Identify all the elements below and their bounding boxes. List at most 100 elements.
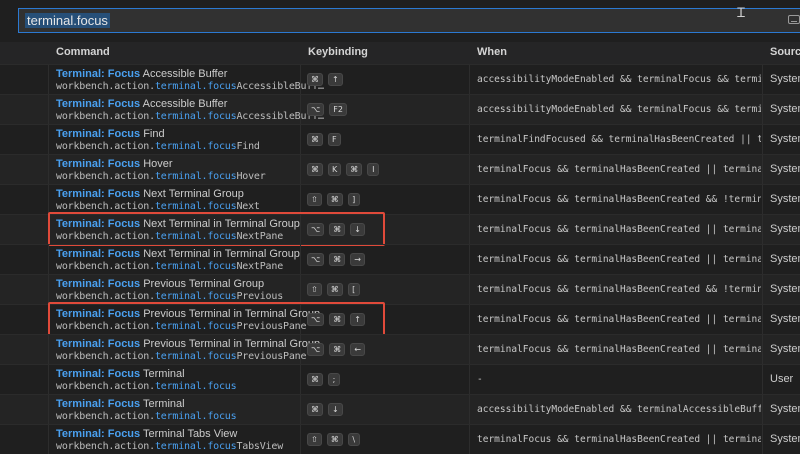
command-title: Terminal: Focus Previous Terminal Group (56, 278, 264, 290)
command-title-match: Terminal: Focus (56, 368, 141, 380)
keybinding[interactable]: ⌘ ↑ (307, 73, 343, 87)
column-divider (762, 305, 763, 334)
keybinding[interactable]: ⌥ ⌘ → (307, 253, 365, 267)
command-title: Terminal: Focus Terminal Tabs View (56, 428, 237, 440)
table-header: Command Keybinding When Source (0, 42, 800, 64)
key-cap: K (328, 163, 342, 176)
source-label: System (770, 253, 800, 265)
command-id-rest: Previous (236, 291, 284, 302)
command-title-match: Terminal: Focus (56, 248, 141, 260)
table-row[interactable]: Terminal: Focus Terminal workbench.action… (0, 364, 800, 394)
command-title-rest: Previous Terminal in Terminal Group (140, 338, 321, 350)
command-id-match: terminal.focus (154, 81, 237, 92)
column-divider (300, 125, 301, 154)
column-keybinding[interactable]: Keybinding (308, 46, 368, 58)
column-divider (762, 365, 763, 394)
table-row[interactable]: Terminal: Focus Find workbench.action.ter… (0, 124, 800, 154)
command-title: Terminal: Focus Accessible Buffer (56, 98, 227, 110)
column-divider (48, 425, 49, 454)
command-id-rest: Next (236, 201, 260, 212)
table-row[interactable]: Terminal: Focus Previous Terminal in Ter… (0, 302, 800, 336)
command-title-rest: Accessible Buffer (140, 98, 228, 110)
when-clause: terminalFocus && terminalHasBeenCreated … (477, 314, 761, 325)
column-source[interactable]: Source (770, 46, 800, 58)
column-divider (469, 335, 470, 364)
column-divider (48, 125, 49, 154)
command-title-match: Terminal: Focus (56, 68, 141, 80)
source-label: System (770, 433, 800, 445)
command-id-match: terminal.focus (154, 111, 237, 122)
column-divider (469, 305, 470, 334)
table-row[interactable]: Terminal: Focus Hover workbench.action.te… (0, 154, 800, 184)
table-row[interactable]: Terminal: Focus Accessible Buffer workben… (0, 64, 800, 94)
when-clause: terminalFocus && terminalHasBeenCreated … (477, 284, 761, 295)
command-id-match: terminal.focus (154, 291, 237, 302)
command-id: workbench.action.terminal.focusFind (56, 141, 260, 152)
when-clause: terminalFocus && terminalHasBeenCreated … (477, 194, 761, 205)
column-divider (762, 245, 763, 274)
command-id-prefix: workbench.action. (56, 351, 155, 362)
when-clause: accessibilityModeEnabled && terminalFocu… (477, 104, 761, 115)
keybinding[interactable]: ⌥ ⌘ ← (307, 343, 365, 357)
key-cap: ⇧ (307, 433, 322, 446)
key-cap: ⌥ (307, 103, 325, 116)
keybinding[interactable]: ⌘ ↓ (307, 403, 343, 417)
command-id-prefix: workbench.action. (56, 111, 155, 122)
command-title-match: Terminal: Focus (56, 188, 141, 200)
column-divider (762, 95, 763, 124)
table-row[interactable]: Terminal: Focus Next Terminal in Termina… (0, 212, 800, 246)
table-row[interactable]: Terminal: Focus Previous Terminal in Ter… (0, 334, 800, 364)
highlight-box (48, 302, 385, 336)
command-title-match: Terminal: Focus (56, 338, 141, 350)
command-id-prefix: workbench.action. (56, 201, 155, 212)
source-label: System (770, 283, 800, 295)
command-id-prefix: workbench.action. (56, 291, 155, 302)
column-divider (469, 95, 470, 124)
command-id: workbench.action.terminal.focusAccessibl… (56, 81, 324, 92)
command-title: Terminal: Focus Next Terminal Group (56, 188, 244, 200)
table-row[interactable]: Terminal: Focus Previous Terminal Group w… (0, 274, 800, 304)
search-input[interactable]: terminal.focus (18, 8, 800, 33)
column-divider (469, 365, 470, 394)
when-clause: accessibilityModeEnabled && terminalFocu… (477, 74, 761, 85)
column-command[interactable]: Command (56, 46, 110, 58)
source-label: System (770, 403, 800, 415)
table-row[interactable]: Terminal: Focus Next Terminal in Termina… (0, 244, 800, 274)
when-clause: - (477, 374, 483, 385)
keybinding[interactable]: ⌥ F2 (307, 103, 347, 117)
command-id-match: terminal.focus (154, 441, 237, 452)
column-divider (48, 95, 49, 124)
column-divider (762, 425, 763, 454)
table-row[interactable]: Terminal: Focus Next Terminal Group workb… (0, 184, 800, 214)
command-id: workbench.action.terminal.focusTabsView (56, 441, 283, 452)
keybinding[interactable]: ⇧ ⌘ \ (307, 433, 360, 447)
table-row[interactable]: Terminal: Focus Accessible Buffer workben… (0, 94, 800, 124)
highlight-box (48, 212, 385, 246)
command-title-rest: Find (140, 128, 165, 140)
keybinding[interactable]: ⇧ ⌘] (307, 193, 360, 207)
command-title-rest: Accessible Buffer (140, 68, 228, 80)
column-divider (469, 185, 470, 214)
command-title-rest: Hover (140, 158, 173, 170)
column-when[interactable]: When (477, 46, 507, 58)
command-id-match: terminal.focus (154, 411, 237, 422)
command-title-rest: Previous Terminal Group (140, 278, 265, 290)
source-label: System (770, 223, 800, 235)
keybinding[interactable]: ⌘; (307, 373, 340, 387)
key-cap: ← (350, 343, 365, 356)
key-cap: ↑ (328, 73, 343, 86)
keybinding[interactable]: ⌘ F (307, 133, 341, 147)
command-title-rest: Next Terminal in Terminal Group (140, 248, 300, 260)
table-row[interactable]: Terminal: Focus Terminal workbench.action… (0, 394, 800, 424)
when-clause: terminalFocus && terminalHasBeenCreated … (477, 164, 761, 175)
keyboard-icon[interactable] (788, 15, 800, 24)
column-divider (48, 395, 49, 424)
key-cap: ] (347, 193, 360, 206)
column-divider (300, 275, 301, 304)
when-clause: terminalFocus && terminalHasBeenCreated … (477, 344, 761, 355)
table-row[interactable]: Terminal: Focus Terminal Tabs View workbe… (0, 424, 800, 454)
command-id-prefix: workbench.action. (56, 81, 155, 92)
keybinding[interactable]: ⇧ ⌘ [ (307, 283, 360, 297)
column-divider (48, 335, 49, 364)
keybinding[interactable]: ⌘ K ⌘ I (307, 163, 380, 177)
